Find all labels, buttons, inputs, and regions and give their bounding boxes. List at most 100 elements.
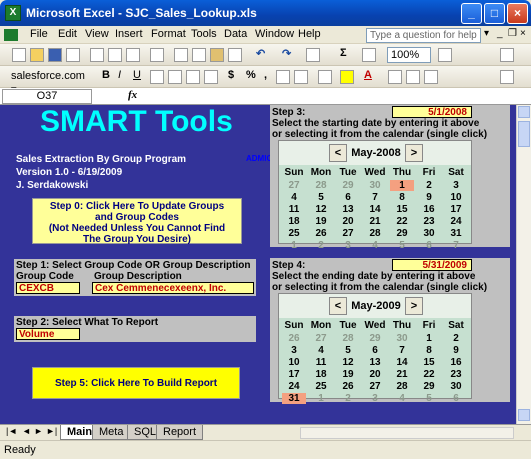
cal-day-cell[interactable]: 3 [363,393,387,404]
percent-button[interactable]: % [246,69,256,81]
spelling-icon[interactable] [126,48,140,62]
paste-icon[interactable] [210,48,224,62]
print-preview-icon[interactable] [108,48,122,62]
first-sheet-icon[interactable]: |◄ [6,426,17,436]
cal-day-cell[interactable]: 6 [444,393,468,404]
formula-input[interactable] [142,89,528,103]
cal-day-cell[interactable]: 9 [444,345,468,356]
cal-day-cell[interactable]: 27 [336,228,360,239]
cal-day-cell[interactable]: 8 [390,192,414,203]
scroll-up-icon[interactable] [518,106,530,118]
menu-window[interactable]: Window [255,28,294,40]
prev-sheet-icon[interactable]: ◄ [22,426,31,436]
cal-day-cell[interactable]: 30 [444,381,468,392]
autosum-icon[interactable]: Σ [340,47,347,59]
cal-day-cell[interactable]: 24 [444,216,468,227]
cal-day-cell[interactable]: 16 [444,357,468,368]
menu-edit[interactable]: Edit [58,28,77,40]
cal-day-cell[interactable]: 23 [444,369,468,380]
group-description-field[interactable]: Cex Cemmenecexeenx, Inc. [92,282,254,294]
cal2-next-button[interactable]: > [405,297,423,315]
cal-day-cell[interactable]: 15 [390,204,414,215]
cal-day-cell[interactable]: 30 [390,333,414,344]
step0-update-groups-button[interactable]: Step 0: Click Here To Update Groups and … [32,198,242,245]
cal-day-cell[interactable]: 26 [309,228,333,239]
cal-day-cell[interactable]: 19 [336,369,360,380]
cal-day-cell[interactable]: 17 [282,369,306,380]
research-icon[interactable] [150,48,164,62]
cal-day-cell[interactable]: 2 [417,180,441,191]
cal-day-cell[interactable]: 30 [363,180,387,191]
help-icon[interactable] [438,48,452,62]
cal-day-cell[interactable]: 3 [444,180,468,191]
maximize-button[interactable]: □ [484,3,505,24]
cal-day-cell[interactable]: 7 [390,345,414,356]
cal-day-cell[interactable]: 7 [363,192,387,203]
calendar-icon[interactable] [406,70,420,84]
toolbar2-options-icon[interactable] [500,70,514,84]
cal-day-cell[interactable]: 31 [282,393,306,404]
cal1-next-button[interactable]: > [405,144,423,162]
cal-day-cell[interactable]: 6 [417,240,441,251]
scroll-thumb[interactable] [518,121,530,147]
cal-day-cell[interactable]: 26 [282,333,306,344]
minimize-button[interactable]: _ [461,3,482,24]
print-icon[interactable] [90,48,104,62]
cal-day-cell[interactable]: 6 [336,192,360,203]
borders-icon[interactable] [318,70,332,84]
menu-file[interactable]: File [30,28,48,40]
toolbar-options-icon[interactable] [500,48,514,62]
cal-day-cell[interactable]: 4 [282,192,306,203]
comma-button[interactable]: , [264,69,267,81]
cal-day-cell[interactable]: 29 [336,180,360,191]
tab-report[interactable]: Report [156,425,204,440]
cal-day-cell[interactable]: 21 [363,216,387,227]
cal-day-cell[interactable]: 5 [336,345,360,356]
cal-day-cell[interactable]: 2 [309,240,333,251]
attach-icon[interactable] [388,70,402,84]
cal-day-cell[interactable]: 29 [363,333,387,344]
cal-day-cell[interactable]: 22 [390,216,414,227]
cal-day-cell[interactable]: 29 [390,228,414,239]
cal-day-cell[interactable]: 15 [417,357,441,368]
end-date-field[interactable]: 5/31/2009 [392,259,472,271]
doc-restore-button[interactable]: ❐ [508,28,517,39]
new-icon[interactable] [12,48,26,62]
cal-day-cell[interactable]: 27 [363,381,387,392]
cal-day-cell[interactable]: 21 [390,369,414,380]
last-sheet-icon[interactable]: ►| [46,426,57,436]
cal-day-cell[interactable]: 22 [417,369,441,380]
menu-help[interactable]: Help [298,28,321,40]
cal-day-cell[interactable]: 5 [309,192,333,203]
italic-button[interactable]: I [118,69,121,81]
hyperlink-icon[interactable] [306,48,320,62]
undo-icon[interactable]: ↶ [256,47,265,60]
cal-day-cell[interactable]: 8 [417,345,441,356]
menu-insert[interactable]: Insert [115,28,143,40]
cal-day-cell[interactable]: 28 [363,228,387,239]
menu-view[interactable]: View [85,28,109,40]
cal-day-cell[interactable]: 18 [282,216,306,227]
underline-button[interactable]: U [133,69,141,81]
cal-day-cell[interactable]: 25 [282,228,306,239]
cal-day-cell[interactable]: 5 [417,393,441,404]
cut-icon[interactable] [174,48,188,62]
start-date-field[interactable]: 5/1/2008 [392,106,472,118]
cal-day-cell[interactable]: 30 [417,228,441,239]
vertical-scrollbar[interactable] [516,105,531,424]
cal-day-cell[interactable]: 9 [417,192,441,203]
cal-day-cell[interactable]: 12 [336,357,360,368]
cal-day-cell[interactable]: 3 [282,345,306,356]
decrease-decimal-icon[interactable] [294,70,308,84]
cal-day-cell[interactable]: 20 [363,369,387,380]
cal-day-cell[interactable]: 27 [282,180,306,191]
cal-day-cell[interactable]: 28 [309,180,333,191]
cal-day-cell[interactable]: 5 [390,240,414,251]
start-date-calendar[interactable]: < May-2008 > Sun Mon Tue Wed Thu Fri Sat 27 28 29… [278,140,472,251]
cal-day-cell[interactable]: 7 [444,240,468,251]
name-box[interactable]: O37 [2,89,92,104]
open-icon[interactable] [30,48,44,62]
merge-center-icon[interactable] [204,70,218,84]
cal-day-cell[interactable]: 13 [363,357,387,368]
cal-day-cell[interactable]: 3 [336,240,360,251]
